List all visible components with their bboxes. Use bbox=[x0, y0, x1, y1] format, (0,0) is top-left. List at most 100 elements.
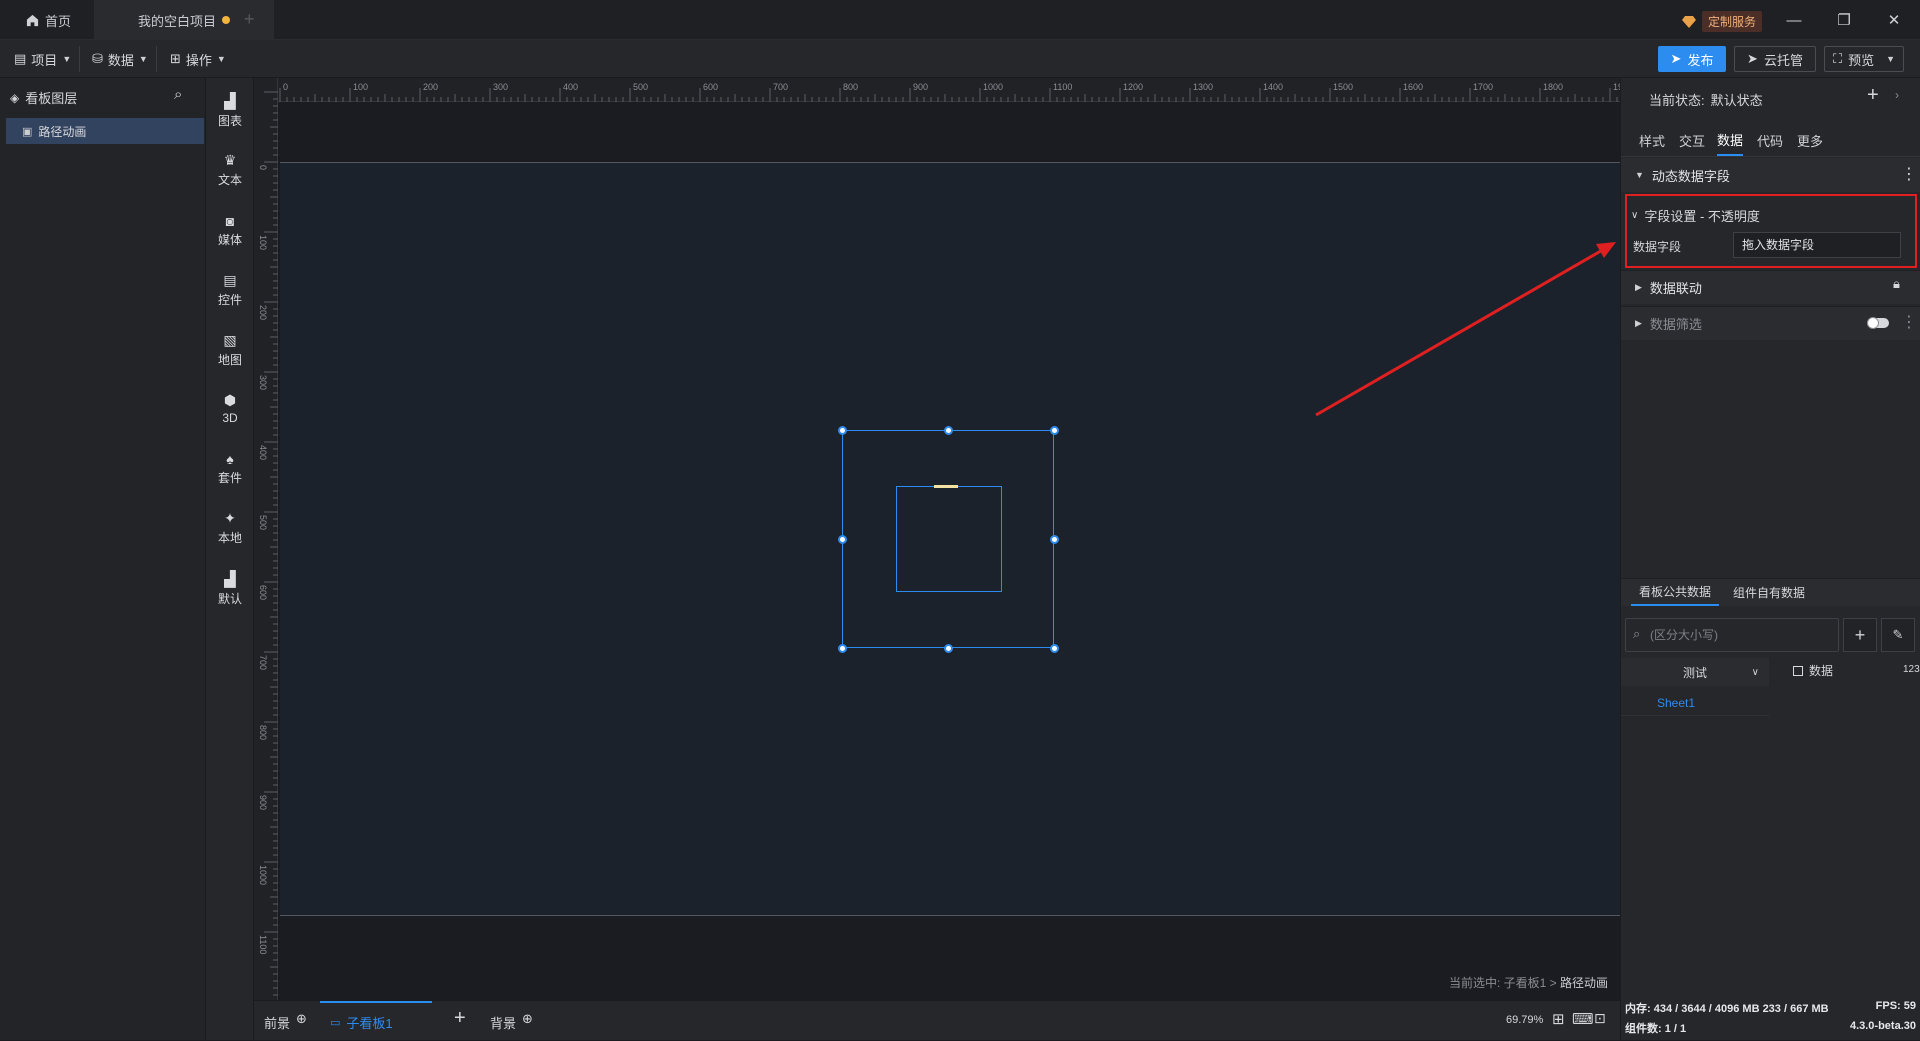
more-vertical-icon[interactable]: ⋮ bbox=[1901, 312, 1917, 332]
chevron-right-icon[interactable]: › bbox=[1895, 88, 1899, 102]
component-control[interactable]: ▤ 控件 bbox=[206, 264, 254, 316]
bar-chart-icon: ▟ bbox=[224, 92, 236, 110]
add-state-icon[interactable]: + bbox=[1867, 84, 1879, 107]
lock-icon[interactable]: 🔒︎ bbox=[1893, 276, 1900, 292]
publish-button[interactable]: ➤ 发布 bbox=[1658, 46, 1726, 72]
preview-button[interactable]: ⛶ 预览 ▼ bbox=[1824, 46, 1904, 72]
component-text[interactable]: ♛ 文本 bbox=[206, 144, 254, 196]
data-column-item[interactable]: 数据 bbox=[1793, 662, 1833, 679]
resize-handle-e[interactable] bbox=[1050, 535, 1059, 544]
component-map[interactable]: ▧ 地图 bbox=[206, 324, 254, 376]
ruler-label: 300 bbox=[493, 82, 509, 92]
ruler-label: 700 bbox=[258, 655, 268, 671]
data-linkage-title: 数据联动 bbox=[1649, 281, 1702, 296]
resize-handle-sw[interactable] bbox=[838, 644, 847, 653]
add-circle-icon[interactable]: ⊕ bbox=[522, 1011, 533, 1027]
state-value[interactable]: 默认状态 bbox=[1711, 90, 1763, 109]
menu-bar: ▤ 项目 ▼ ⛁ 数据 ▼ ⊞ 操作 ▼ ➤ 发布 ➤ 云托管 ⛶ 预览 ▼ bbox=[0, 40, 1920, 78]
custom-service-button[interactable]: 定制服务 bbox=[1682, 11, 1763, 32]
caret-down-icon: ▼ bbox=[1635, 170, 1644, 180]
edit-icon[interactable]: ✎ bbox=[1881, 618, 1915, 652]
tab-data-label: 数据 bbox=[1717, 132, 1744, 148]
ruler-label: 600 bbox=[703, 82, 719, 92]
new-tab-icon[interactable]: + bbox=[244, 9, 255, 30]
foreground-label: 前景 bbox=[264, 1016, 291, 1031]
data-linkage-section[interactable]: ▶ 数据联动 bbox=[1621, 270, 1920, 304]
component-default[interactable]: ▟ 默认 bbox=[206, 562, 254, 614]
checkbox[interactable] bbox=[1793, 665, 1803, 676]
resize-handle-n[interactable] bbox=[944, 426, 953, 435]
send-icon: ➤ bbox=[1670, 51, 1682, 66]
unsaved-indicator bbox=[222, 16, 230, 24]
data-field-label: 数据字段 bbox=[1633, 240, 1682, 254]
search-input[interactable] bbox=[1625, 618, 1839, 652]
component-media-label: 媒体 bbox=[217, 232, 242, 247]
menu-data[interactable]: ⛁ 数据 ▼ bbox=[84, 46, 157, 72]
cloud-hosting-button[interactable]: ➤ 云托管 bbox=[1734, 46, 1816, 72]
tab-data[interactable]: 数据 bbox=[1717, 124, 1744, 156]
subboard-tab[interactable]: ▭ 子看板1 bbox=[320, 1001, 432, 1041]
foreground-tab[interactable]: 前景 ⊕ bbox=[264, 1011, 307, 1032]
canvas-area[interactable]: 0 100 200 300 400 500 600 700 800 900 1000 1100 1200… bbox=[254, 78, 1620, 1000]
resize-handle-nw[interactable] bbox=[838, 426, 847, 435]
zoom-level[interactable]: 69.79% bbox=[1506, 1014, 1543, 1026]
component-kit-label: 套件 bbox=[217, 470, 242, 485]
component-default-label: 默认 bbox=[217, 591, 242, 606]
data-filter-toggle[interactable] bbox=[1867, 317, 1889, 329]
search-box: ⌕ bbox=[1625, 618, 1839, 652]
tab-home[interactable]: 首页 bbox=[10, 0, 87, 40]
ruler-label: 500 bbox=[633, 82, 649, 92]
ruler-label: 600 bbox=[258, 585, 268, 601]
tab-more-label: 更多 bbox=[1797, 133, 1824, 149]
layer-item[interactable]: ▣ 路径动画 bbox=[6, 118, 204, 144]
tab-own-data[interactable]: 组件自有数据 bbox=[1725, 578, 1813, 606]
component-media[interactable]: ◙ 媒体 bbox=[206, 204, 254, 256]
more-vertical-icon[interactable]: ⋮ bbox=[1901, 164, 1917, 184]
component-3d[interactable]: ⬢ 3D bbox=[206, 382, 254, 434]
data-source-select[interactable]: 测试 ∨ bbox=[1621, 658, 1769, 686]
resize-handle-ne[interactable] bbox=[1050, 426, 1059, 435]
minimize-icon[interactable]: — bbox=[1782, 8, 1806, 32]
fit-screen-icon[interactable]: ⊞ bbox=[1552, 1010, 1565, 1028]
terminal-icon[interactable]: ⊡ bbox=[1594, 1010, 1606, 1027]
sheet-item[interactable]: Sheet1 bbox=[1621, 690, 1769, 716]
memory-status: 内存: 434 / 3644 / 4096 MB 233 / 667 MB bbox=[1625, 1003, 1829, 1015]
menu-project[interactable]: ▤ 项目 ▼ bbox=[6, 46, 81, 72]
data-field-input[interactable] bbox=[1733, 232, 1901, 258]
tab-more[interactable]: 更多 bbox=[1797, 124, 1823, 156]
state-indicator: 当前状态: 默认状态 bbox=[1649, 90, 1763, 109]
ruler-label: 100 bbox=[258, 235, 268, 251]
field-settings-header[interactable]: ∨ 字段设置 - 不透明度 bbox=[1631, 206, 1760, 225]
close-icon[interactable]: ✕ bbox=[1882, 8, 1906, 32]
tab-code[interactable]: 代码 bbox=[1757, 124, 1783, 156]
ruler-label: 1100 bbox=[258, 935, 268, 955]
restore-icon[interactable]: ❐ bbox=[1832, 8, 1856, 32]
horizontal-ruler[interactable]: 0 100 200 300 400 500 600 700 800 900 1000 1100 1200… bbox=[254, 78, 1620, 102]
component-chart[interactable]: ▟ 图表 bbox=[206, 84, 254, 136]
add-data-icon[interactable]: + bbox=[1843, 618, 1877, 652]
keyboard-icon[interactable]: ⌨ bbox=[1572, 1010, 1594, 1028]
path-animation-element[interactable] bbox=[896, 486, 1002, 592]
resize-handle-s[interactable] bbox=[944, 644, 953, 653]
tab-divider bbox=[1621, 156, 1920, 157]
tab-style[interactable]: 样式 bbox=[1639, 124, 1665, 156]
vertical-ruler[interactable]: 0 100 200 300 400 500 600 700 800 900 1000 1100 bbox=[254, 78, 278, 1000]
property-panel: 当前状态: 默认状态 + › 样式 交互 数据 代码 更多 ▼ 动态数据字段 ⋮… bbox=[1620, 78, 1920, 1040]
menu-operation[interactable]: ⊞ 操作 ▼ bbox=[162, 46, 234, 72]
component-local[interactable]: ✦ 本地 bbox=[206, 502, 254, 554]
add-board-icon[interactable]: + bbox=[454, 1007, 466, 1030]
layers-header: ◈ 看板图层 bbox=[10, 88, 77, 107]
resize-handle-w[interactable] bbox=[838, 535, 847, 544]
add-circle-icon[interactable]: ⊕ bbox=[296, 1011, 307, 1027]
ruler-label: 400 bbox=[258, 445, 268, 461]
tab-public-data[interactable]: 看板公共数据 bbox=[1631, 578, 1720, 606]
dynamic-fields-section[interactable]: ▼ 动态数据字段 bbox=[1621, 158, 1920, 192]
ruler-label: 1200 bbox=[1123, 82, 1144, 92]
search-icon[interactable]: ⌕ bbox=[174, 86, 182, 103]
background-tab[interactable]: 背景 ⊕ bbox=[490, 1011, 533, 1032]
resize-handle-se[interactable] bbox=[1050, 644, 1059, 653]
tab-interaction[interactable]: 交互 bbox=[1679, 124, 1705, 156]
component-kit[interactable]: ♠ 套件 bbox=[206, 442, 254, 494]
map-icon: ▧ bbox=[223, 332, 237, 348]
ruler-ticks bbox=[264, 91, 278, 996]
